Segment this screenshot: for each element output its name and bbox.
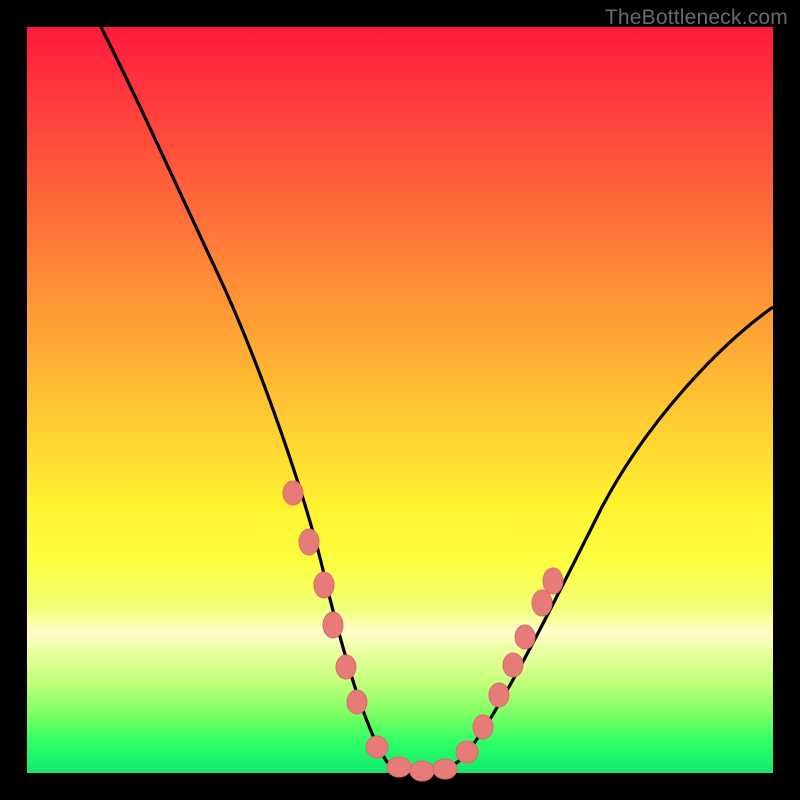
chart-frame: TheBottleneck.com bbox=[0, 0, 800, 800]
curve-marker bbox=[347, 690, 367, 714]
curve-marker bbox=[532, 590, 552, 616]
curve-marker bbox=[283, 481, 303, 505]
curve-marker bbox=[299, 529, 319, 555]
curve-marker bbox=[456, 741, 478, 763]
curve-marker bbox=[323, 612, 343, 638]
curve-marker bbox=[473, 715, 493, 739]
curve-marker bbox=[314, 572, 334, 598]
plot-area bbox=[27, 27, 773, 773]
curve-marker bbox=[410, 761, 434, 781]
curve-marker bbox=[489, 683, 509, 707]
bottleneck-curve bbox=[101, 27, 773, 771]
curve-marker bbox=[433, 759, 457, 779]
curve-marker bbox=[515, 625, 535, 649]
curve-marker bbox=[336, 655, 356, 679]
watermark-text: TheBottleneck.com bbox=[605, 6, 788, 30]
curve-marker bbox=[366, 736, 388, 758]
curve-marker bbox=[503, 653, 523, 677]
curve-marker bbox=[387, 757, 411, 777]
marker-group bbox=[283, 481, 563, 781]
chart-svg bbox=[27, 27, 773, 773]
curve-marker bbox=[543, 568, 563, 594]
